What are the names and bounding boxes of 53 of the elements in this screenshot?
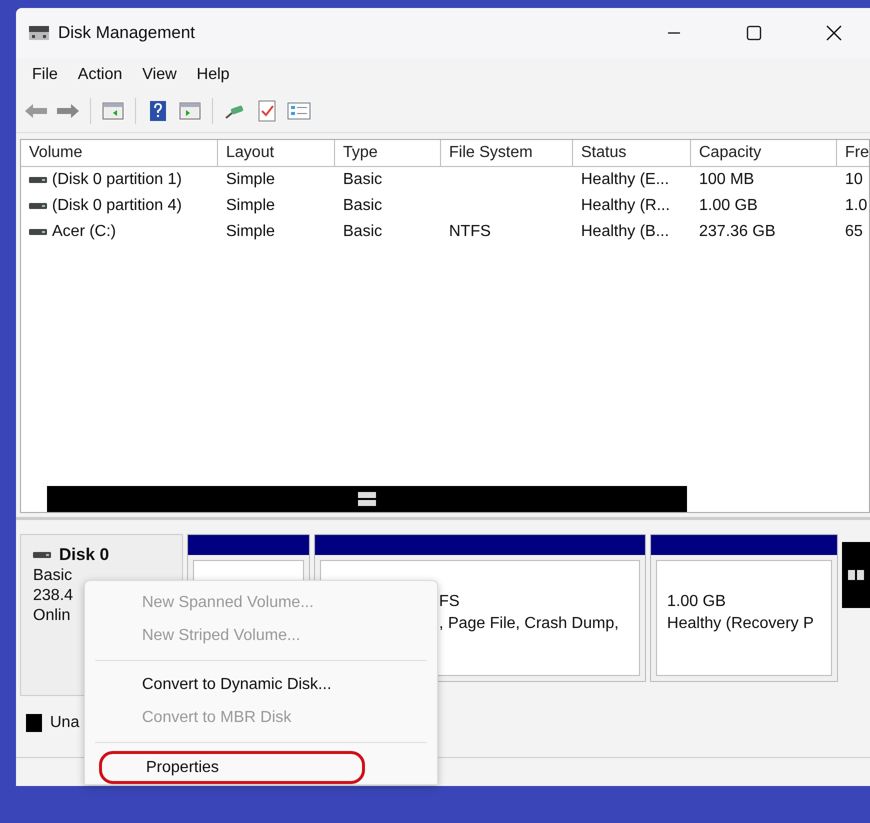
drive-icon <box>29 202 47 210</box>
table-cell: Simple <box>226 171 275 189</box>
table-cell: Simple <box>226 197 275 215</box>
disk-name: Disk 0 <box>59 545 110 565</box>
table-cell: Healthy (E... <box>581 171 670 189</box>
table-cell: 1.00 GB <box>699 197 758 215</box>
table-cell: Simple <box>226 223 275 241</box>
table-cell: Acer (C:) <box>52 223 116 241</box>
table-cell: 10 <box>845 171 863 189</box>
column-header[interactable]: Type <box>335 140 441 167</box>
horizontal-scrollbar[interactable] <box>47 486 687 512</box>
context-menu-item[interactable]: Properties <box>99 751 365 784</box>
table-cell: (Disk 0 partition 4) <box>52 197 182 215</box>
partition-text: , Page File, Crash Dump, <box>439 615 620 633</box>
menu-item[interactable]: Action <box>70 66 130 84</box>
column-header[interactable]: File System <box>441 140 573 167</box>
table-cell: 1.0 <box>845 197 868 215</box>
close-icon <box>826 25 842 41</box>
disk-info-text: 238.4 <box>33 587 74 605</box>
scroll-grip-icon <box>848 570 864 580</box>
drive-icon <box>29 228 47 236</box>
partition-block[interactable]: 1.00 GB Healthy (Recovery P <box>650 534 838 682</box>
table-cell: Healthy (R... <box>581 197 670 215</box>
table-cell: (Disk 0 partition 1) <box>52 171 182 189</box>
legend-label: Una <box>50 714 80 732</box>
menu-item[interactable]: Help <box>188 66 238 84</box>
table-cell: 237.36 GB <box>699 223 776 241</box>
table-cell: NTFS <box>449 223 491 241</box>
menu-item[interactable]: File <box>24 66 66 84</box>
vertical-scrollbar[interactable] <box>842 542 870 608</box>
disk-management-icon <box>28 24 50 42</box>
drive-icon <box>29 176 47 184</box>
table-cell: 65 <box>845 223 863 241</box>
window-title: Disk Management <box>58 23 196 43</box>
partition-text: Healthy (Recovery P <box>667 615 815 633</box>
table-cell: Basic <box>343 197 382 215</box>
table-cell: Basic <box>343 171 382 189</box>
column-header[interactable]: Capacity <box>691 140 837 167</box>
column-header[interactable]: Status <box>573 140 691 167</box>
table-cell: Basic <box>343 223 382 241</box>
partition-text: 1.00 GB <box>667 593 727 611</box>
disk-info-text: Onlin <box>33 607 70 625</box>
disk-info-text: Basic <box>33 567 72 585</box>
column-header[interactable]: Layout <box>218 140 335 167</box>
maximize-icon <box>746 25 762 41</box>
menu-item[interactable]: View <box>134 66 185 84</box>
scroll-grip-icon <box>358 492 376 506</box>
table-cell: 100 MB <box>699 171 754 189</box>
table-cell: Healthy (B... <box>581 223 670 241</box>
partition-text: FS <box>439 593 460 611</box>
legend-swatch <box>26 714 42 732</box>
column-header[interactable]: Volume <box>21 140 218 167</box>
drive-icon <box>33 551 51 559</box>
